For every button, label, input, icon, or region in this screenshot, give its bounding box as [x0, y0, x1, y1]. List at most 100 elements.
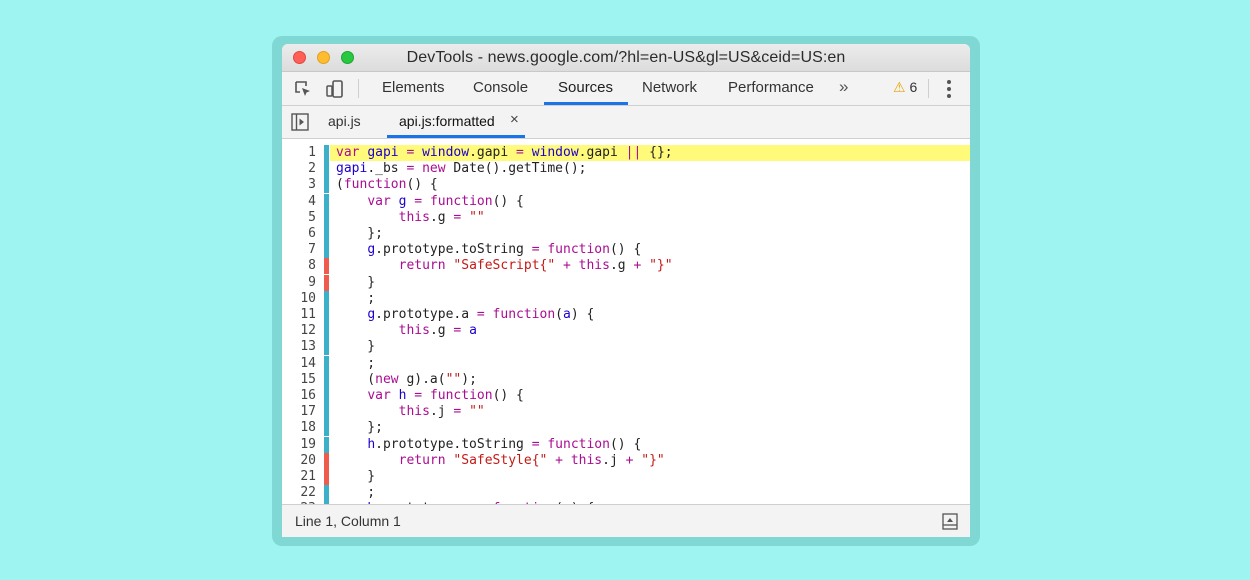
line-number[interactable]: 15	[282, 372, 316, 388]
file-tab-api-js[interactable]: api.js	[328, 113, 361, 129]
code-text[interactable]: }	[330, 339, 970, 355]
line-number[interactable]: 4	[282, 194, 316, 210]
code-line[interactable]: 16 var h = function() {	[282, 388, 970, 404]
code-line[interactable]: 9 }	[282, 274, 970, 291]
code-text[interactable]: return "SafeScript{" + this.g + "}"	[330, 258, 970, 274]
line-number[interactable]: 22	[282, 485, 316, 501]
code-text[interactable]: var g = function() {	[330, 194, 970, 210]
window-title: DevTools - news.google.com/?hl=en-US&gl=…	[406, 49, 846, 66]
coverage-marker	[324, 452, 329, 469]
code-text[interactable]: this.g = ""	[330, 210, 970, 226]
line-number[interactable]: 20	[282, 453, 316, 469]
code-line[interactable]: 22 ;	[282, 485, 970, 502]
code-text[interactable]: }	[330, 275, 970, 291]
line-number[interactable]: 6	[282, 226, 316, 242]
coverage-marker	[324, 371, 329, 388]
close-tab-icon[interactable]: ×	[510, 111, 519, 128]
warning-icon: ⚠	[893, 79, 906, 95]
code-text[interactable]: ;	[330, 485, 970, 501]
line-number[interactable]: 21	[282, 469, 316, 485]
toolbar-separator	[358, 79, 359, 98]
code-text[interactable]: };	[330, 420, 970, 436]
line-number[interactable]: 9	[282, 275, 316, 291]
line-number[interactable]: 18	[282, 420, 316, 436]
code-line[interactable]: 13 }	[282, 339, 970, 356]
code-line[interactable]: 20 return "SafeStyle{" + this.j + "}"	[282, 452, 970, 469]
code-editor[interactable]: 1 var gapi = window.gapi = window.gapi ||…	[282, 139, 970, 504]
line-number[interactable]: 13	[282, 339, 316, 355]
devtools-window: DevTools - news.google.com/?hl=en-US&gl=…	[282, 44, 970, 537]
code-text[interactable]: ;	[330, 356, 970, 372]
line-number[interactable]: 17	[282, 404, 316, 420]
toggle-navigator-icon[interactable]	[291, 113, 309, 131]
code-line[interactable]: 11 g.prototype.a = function(a) {	[282, 307, 970, 323]
line-number[interactable]: 10	[282, 291, 316, 307]
kebab-menu-icon[interactable]	[947, 80, 951, 98]
code-text[interactable]: ;	[330, 291, 970, 307]
code-text[interactable]: this.g = a	[330, 323, 970, 339]
title-bar: DevTools - news.google.com/?hl=en-US&gl=…	[282, 44, 970, 72]
tab-console[interactable]: Console	[473, 79, 528, 96]
line-number[interactable]: 7	[282, 242, 316, 258]
code-text[interactable]: g.prototype.toString = function() {	[330, 242, 970, 258]
code-text[interactable]: (function() {	[330, 177, 970, 193]
code-line[interactable]: 4 var g = function() {	[282, 193, 970, 210]
line-number[interactable]: 8	[282, 258, 316, 274]
code-text[interactable]: var gapi = window.gapi = window.gapi || …	[330, 145, 970, 161]
line-number[interactable]: 19	[282, 437, 316, 453]
code-text[interactable]: }	[330, 469, 970, 485]
active-file-indicator	[387, 135, 525, 138]
toolbar-separator	[928, 79, 929, 98]
code-line[interactable]: 3 (function() {	[282, 177, 970, 194]
tab-performance[interactable]: Performance	[728, 79, 814, 96]
coverage-marker	[324, 161, 329, 178]
code-line[interactable]: 18 };	[282, 420, 970, 437]
code-text[interactable]: this.j = ""	[330, 404, 970, 420]
line-number[interactable]: 3	[282, 177, 316, 193]
line-number[interactable]: 5	[282, 210, 316, 226]
coverage-marker	[324, 404, 329, 421]
code-line[interactable]: 17 this.j = ""	[282, 404, 970, 421]
coverage-marker	[324, 258, 329, 275]
coverage-marker	[324, 388, 329, 404]
code-line[interactable]: 7 g.prototype.toString = function() {	[282, 242, 970, 259]
tab-sources[interactable]: Sources	[558, 79, 613, 96]
line-number[interactable]: 2	[282, 161, 316, 177]
code-line[interactable]: 1 var gapi = window.gapi = window.gapi ||…	[282, 145, 970, 161]
coverage-marker	[324, 274, 329, 291]
code-line[interactable]: 12 this.g = a	[282, 323, 970, 340]
line-number[interactable]: 11	[282, 307, 316, 323]
code-text[interactable]: gapi._bs = new Date().getTime();	[330, 161, 970, 177]
toggle-drawer-icon[interactable]	[942, 513, 958, 530]
code-text[interactable]: var h = function() {	[330, 388, 970, 404]
coverage-marker	[324, 323, 329, 340]
warning-counter[interactable]: ⚠ 6	[893, 79, 917, 96]
coverage-marker	[324, 145, 329, 161]
line-number[interactable]: 14	[282, 356, 316, 372]
code-line[interactable]: 6 };	[282, 226, 970, 242]
code-line[interactable]: 5 this.g = ""	[282, 209, 970, 226]
code-text[interactable]: };	[330, 226, 970, 242]
code-text[interactable]: return "SafeStyle{" + this.j + "}"	[330, 453, 970, 469]
inspect-element-icon[interactable]	[293, 79, 313, 99]
code-text[interactable]: g.prototype.a = function(a) {	[330, 307, 970, 323]
line-number[interactable]: 1	[282, 145, 316, 161]
file-tab-api-js-formatted[interactable]: api.js:formatted	[399, 113, 495, 129]
line-number[interactable]: 16	[282, 388, 316, 404]
device-toolbar-icon[interactable]	[325, 79, 345, 99]
code-line[interactable]: 10 ;	[282, 290, 970, 307]
tab-network[interactable]: Network	[642, 79, 697, 96]
code-text[interactable]: (new g).a("");	[330, 372, 970, 388]
code-line[interactable]: 19 h.prototype.toString = function() {	[282, 436, 970, 453]
more-tabs-icon[interactable]: »	[839, 77, 848, 97]
coverage-marker	[324, 436, 329, 453]
tab-elements[interactable]: Elements	[382, 79, 445, 96]
code-line[interactable]: 21 }	[282, 469, 970, 485]
code-line[interactable]: 2 gapi._bs = new Date().getTime();	[282, 161, 970, 178]
line-number[interactable]: 12	[282, 323, 316, 339]
code-line[interactable]: 14 ;	[282, 355, 970, 372]
warning-count: 6	[909, 79, 918, 95]
code-text[interactable]: h.prototype.toString = function() {	[330, 437, 970, 453]
code-line[interactable]: 15 (new g).a("");	[282, 371, 970, 388]
code-line[interactable]: 8 return "SafeScript{" + this.g + "}"	[282, 258, 970, 275]
